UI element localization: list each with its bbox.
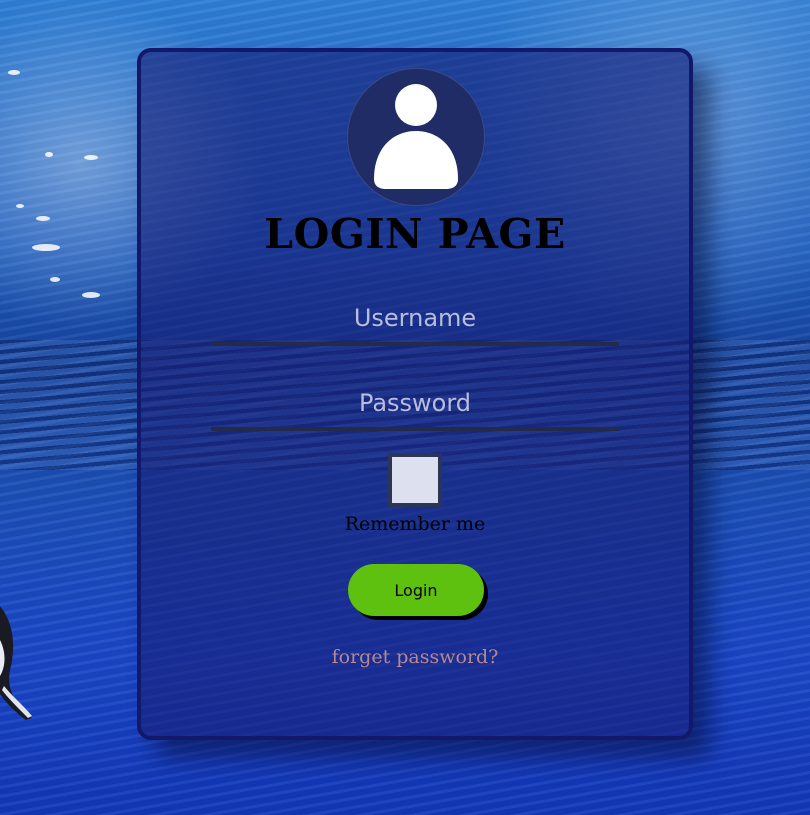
orca-image	[0, 606, 32, 720]
forgot-password-link[interactable]: forget password?	[141, 646, 689, 668]
sparkle	[84, 155, 98, 160]
sparkle	[32, 244, 60, 251]
page-title: LOGIN PAGE	[264, 210, 566, 258]
login-button[interactable]: Login	[348, 564, 484, 616]
remember-me-checkbox[interactable]	[388, 453, 442, 507]
avatar	[347, 68, 485, 206]
sparkle	[45, 152, 53, 157]
sparkle	[8, 70, 20, 75]
remember-me-label: Remember me	[344, 513, 486, 535]
sparkle	[82, 292, 100, 298]
username-input[interactable]	[211, 294, 619, 346]
sparkle	[16, 204, 24, 208]
sparkle	[36, 216, 50, 221]
sparkle	[50, 277, 60, 282]
login-card: LOGIN PAGE Remember me Login forget pass…	[137, 48, 693, 740]
user-icon	[374, 84, 458, 189]
password-input[interactable]	[211, 379, 619, 431]
